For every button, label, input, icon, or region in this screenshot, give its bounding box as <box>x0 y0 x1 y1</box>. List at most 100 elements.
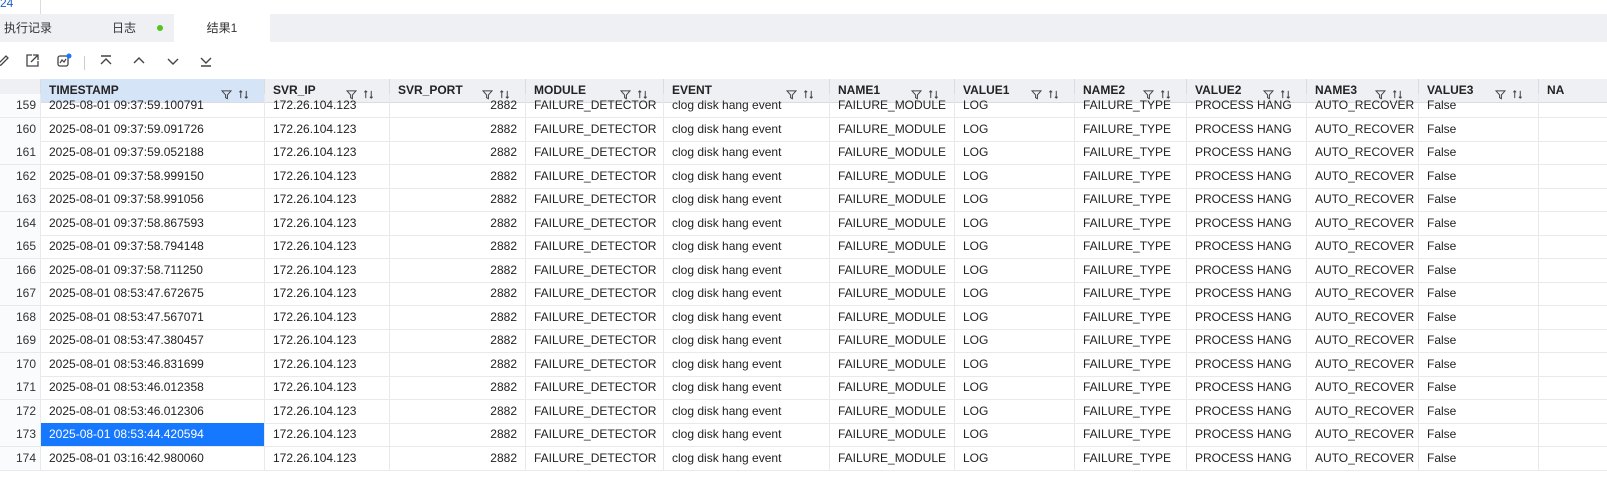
table-cell[interactable]: 2025-08-01 09:37:58.711250 <box>41 258 265 282</box>
table-row[interactable]: 167 2025-08-01 08:53:47.672675 172.26.104.… <box>0 282 1607 306</box>
table-cell[interactable] <box>1539 141 1607 164</box>
table-cell[interactable]: AUTO_RECOVER <box>1307 258 1419 282</box>
table-row[interactable]: 162 2025-08-01 09:37:58.999150 172.26.104.… <box>0 164 1607 189</box>
table-cell[interactable]: False <box>1419 282 1539 305</box>
table-cell[interactable]: FAILURE_TYPE <box>1075 117 1187 141</box>
table-cell[interactable]: 2882 <box>390 329 526 352</box>
table-cell[interactable]: PROCESS HANG <box>1187 305 1307 329</box>
table-cell[interactable]: FAILURE_TYPE <box>1075 423 1187 446</box>
table-cell[interactable]: 172.26.104.123 <box>265 141 390 164</box>
table-cell[interactable]: FAILURE_DETECTOR <box>526 211 664 235</box>
table-cell[interactable]: FAILURE_MODULE <box>830 399 955 423</box>
table-cell[interactable]: 2025-08-01 08:53:46.012306 <box>41 399 265 423</box>
table-cell[interactable]: LOG <box>955 94 1075 117</box>
table-row[interactable]: 166 2025-08-01 09:37:58.711250 172.26.104.… <box>0 258 1607 283</box>
table-cell[interactable]: FAILURE_MODULE <box>830 164 955 188</box>
table-cell[interactable] <box>1539 94 1607 117</box>
table-cell[interactable]: 2882 <box>390 117 526 141</box>
table-cell[interactable]: FAILURE_MODULE <box>830 235 955 258</box>
table-cell[interactable]: PROCESS HANG <box>1187 446 1307 470</box>
table-cell[interactable] <box>1539 353 1607 376</box>
export-icon[interactable] <box>23 52 41 70</box>
table-cell[interactable]: FAILURE_DETECTOR <box>526 141 664 164</box>
table-cell[interactable]: 2882 <box>390 305 526 329</box>
table-cell[interactable]: clog disk hang event <box>664 423 830 446</box>
table-cell[interactable]: AUTO_RECOVER <box>1307 117 1419 141</box>
next-row-icon[interactable] <box>164 52 182 70</box>
prev-row-icon[interactable] <box>130 52 148 70</box>
table-cell[interactable]: FAILURE_TYPE <box>1075 211 1187 235</box>
table-cell[interactable]: clog disk hang event <box>664 164 830 188</box>
table-cell[interactable]: False <box>1419 423 1539 446</box>
table-cell[interactable]: clog disk hang event <box>664 235 830 258</box>
table-cell[interactable] <box>1539 212 1607 235</box>
table-cell[interactable]: False <box>1419 117 1539 141</box>
table-cell[interactable] <box>1539 235 1607 258</box>
table-cell[interactable]: 2025-08-01 09:37:58.999150 <box>41 164 265 188</box>
table-cell[interactable]: AUTO_RECOVER <box>1307 399 1419 423</box>
table-row[interactable]: 169 2025-08-01 08:53:47.380457 172.26.104.… <box>0 329 1607 353</box>
table-cell[interactable] <box>1539 165 1607 188</box>
table-cell[interactable]: LOG <box>955 188 1075 211</box>
table-cell[interactable]: FAILURE_TYPE <box>1075 282 1187 305</box>
table-cell[interactable]: PROCESS HANG <box>1187 235 1307 258</box>
table-cell[interactable]: PROCESS HANG <box>1187 141 1307 164</box>
table-cell[interactable]: LOG <box>955 258 1075 282</box>
table-cell[interactable]: 2882 <box>390 94 526 117</box>
table-cell[interactable]: FAILURE_MODULE <box>830 188 955 211</box>
table-cell[interactable]: 2025-08-01 09:37:58.991056 <box>41 188 265 211</box>
table-cell[interactable]: 172.26.104.123 <box>265 376 390 399</box>
table-cell[interactable] <box>1539 400 1607 423</box>
table-cell[interactable]: clog disk hang event <box>664 305 830 329</box>
table-cell[interactable]: FAILURE_MODULE <box>830 94 955 117</box>
table-cell[interactable]: False <box>1419 305 1539 329</box>
table-cell[interactable]: PROCESS HANG <box>1187 352 1307 376</box>
table-cell[interactable]: 2882 <box>390 235 526 258</box>
table-cell[interactable]: PROCESS HANG <box>1187 188 1307 211</box>
table-cell[interactable]: AUTO_RECOVER <box>1307 376 1419 399</box>
table-cell[interactable]: PROCESS HANG <box>1187 423 1307 446</box>
table-cell[interactable]: clog disk hang event <box>664 258 830 282</box>
table-cell[interactable]: PROCESS HANG <box>1187 211 1307 235</box>
table-cell[interactable]: FAILURE_TYPE <box>1075 235 1187 258</box>
table-cell[interactable]: FAILURE_DETECTOR <box>526 399 664 423</box>
table-cell[interactable]: 172.26.104.123 <box>265 352 390 376</box>
table-cell[interactable]: 2882 <box>390 423 526 446</box>
table-cell[interactable]: LOG <box>955 164 1075 188</box>
table-cell[interactable]: 2025-08-01 08:53:47.380457 <box>41 329 265 352</box>
table-cell[interactable]: PROCESS HANG <box>1187 282 1307 305</box>
table-cell[interactable]: clog disk hang event <box>664 211 830 235</box>
table-cell[interactable]: 172.26.104.123 <box>265 258 390 282</box>
table-cell[interactable]: FAILURE_MODULE <box>830 446 955 470</box>
table-cell[interactable]: LOG <box>955 399 1075 423</box>
table-row[interactable]: 161 2025-08-01 09:37:59.052188 172.26.104.… <box>0 141 1607 165</box>
table-cell[interactable]: FAILURE_DETECTOR <box>526 423 664 446</box>
table-cell[interactable]: 2025-08-01 09:37:59.091726 <box>41 117 265 141</box>
table-cell[interactable]: 2025-08-01 09:37:58.867593 <box>41 211 265 235</box>
table-row[interactable]: 168 2025-08-01 08:53:47.567071 172.26.104.… <box>0 305 1607 330</box>
table-cell[interactable]: FAILURE_MODULE <box>830 258 955 282</box>
table-cell[interactable]: clog disk hang event <box>664 141 830 164</box>
table-cell[interactable]: PROCESS HANG <box>1187 164 1307 188</box>
table-cell[interactable]: AUTO_RECOVER <box>1307 282 1419 305</box>
table-cell[interactable]: FAILURE_MODULE <box>830 329 955 352</box>
table-cell[interactable]: clog disk hang event <box>664 446 830 470</box>
table-cell[interactable]: AUTO_RECOVER <box>1307 94 1419 117</box>
table-cell[interactable]: 172.26.104.123 <box>265 305 390 329</box>
table-cell[interactable]: FAILURE_MODULE <box>830 352 955 376</box>
table-cell[interactable]: FAILURE_DETECTOR <box>526 446 664 470</box>
table-cell[interactable] <box>1539 447 1607 470</box>
table-cell[interactable]: False <box>1419 211 1539 235</box>
table-cell[interactable]: FAILURE_DETECTOR <box>526 94 664 117</box>
table-cell[interactable]: 2882 <box>390 399 526 423</box>
table-cell[interactable]: 2882 <box>390 211 526 235</box>
tab-log[interactable]: 日志 <box>112 14 172 42</box>
table-cell[interactable]: False <box>1419 258 1539 282</box>
table-row[interactable]: 164 2025-08-01 09:37:58.867593 172.26.104.… <box>0 211 1607 236</box>
table-row[interactable]: 160 2025-08-01 09:37:59.091726 172.26.104.… <box>0 117 1607 142</box>
tab-execution-history[interactable]: 执行记录 <box>4 14 74 42</box>
chart-icon[interactable] <box>55 52 73 70</box>
table-cell[interactable]: 2882 <box>390 258 526 282</box>
table-cell[interactable]: PROCESS HANG <box>1187 329 1307 352</box>
table-cell[interactable]: LOG <box>955 211 1075 235</box>
